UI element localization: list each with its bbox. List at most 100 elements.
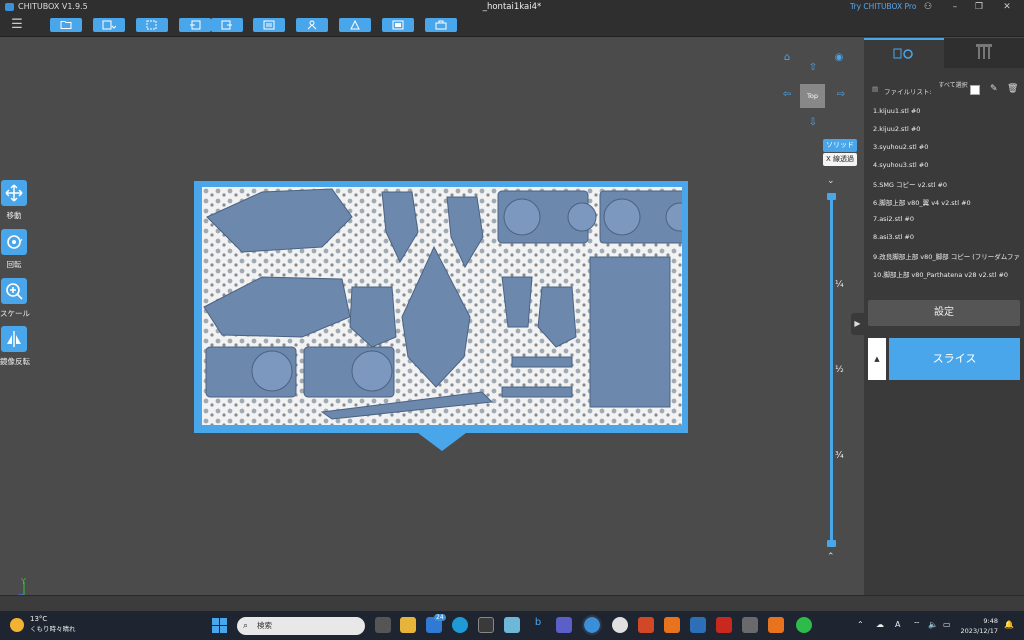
file-list-item[interactable]: 4.syuhou3.stl #0 — [873, 161, 1021, 169]
view-down-arrow-icon[interactable]: ⇩ — [806, 117, 820, 128]
xray-view-toggle[interactable]: X 線透過 — [823, 153, 858, 166]
windows-start-icon[interactable] — [212, 618, 227, 633]
rotate-tool[interactable]: 回転 — [0, 229, 28, 270]
slice-options-toggle[interactable]: ▲ — [868, 338, 886, 380]
acrobat-icon[interactable] — [716, 617, 732, 633]
file-list-item[interactable]: 6.脚部上部 v80_翼 v4 v2.stl #0 — [873, 197, 1021, 207]
slider-up-chevron-icon[interactable]: ⌃ — [827, 552, 835, 562]
teams-icon[interactable] — [556, 617, 572, 633]
panel-collapse-tab[interactable]: ▶ — [851, 313, 864, 335]
hamburger-menu-icon[interactable]: ☰ — [8, 17, 26, 33]
panel-tabs — [864, 38, 1024, 68]
scale-tool-label: スケール — [0, 309, 30, 318]
file-list-item[interactable]: 3.syuhou2.stl #0 — [873, 143, 1021, 151]
slider-down-chevron-icon[interactable]: ⌄ — [827, 176, 835, 186]
slice-button[interactable]: スライス — [889, 338, 1020, 380]
minimize-button[interactable]: – — [942, 0, 968, 14]
file-list-item[interactable]: 1.kijuu1.stl #0 — [873, 107, 1021, 115]
model-leg-upper — [589, 256, 671, 408]
fusion-icon[interactable] — [664, 617, 680, 633]
solid-view-toggle[interactable]: ソリッド — [823, 139, 857, 152]
chrome-icon[interactable] — [612, 617, 628, 633]
mirror-tool[interactable]: 鏡像反転 — [0, 326, 30, 367]
fusion-alt-icon[interactable] — [768, 617, 784, 633]
layer-slider-top-handle[interactable] — [827, 193, 836, 200]
machine-button[interactable] — [425, 18, 457, 32]
file-explorer-icon[interactable] — [400, 617, 416, 633]
undo-button[interactable] — [179, 18, 211, 32]
store-icon[interactable] — [478, 617, 494, 633]
taskbar-search[interactable]: ⌕ 検索 — [237, 617, 365, 635]
weather-temp: 13°C — [30, 615, 48, 623]
save-file-button[interactable] — [93, 18, 125, 32]
layer-slider-bottom-handle[interactable] — [827, 540, 836, 547]
open-file-button[interactable] — [50, 18, 82, 32]
trash-icon[interactable]: 🗑 — [1007, 84, 1018, 94]
line-icon[interactable] — [796, 617, 812, 633]
tab-printer[interactable] — [944, 38, 1024, 68]
file-list-item[interactable]: 2.kijuu2.stl #0 — [873, 125, 1021, 133]
auto-layout-button[interactable] — [253, 18, 285, 32]
tray-overflow-icon[interactable]: ⌃ — [857, 620, 864, 629]
file-list-item[interactable]: 9.改良脚部上部 v80_脚部 コピー (フリーダムファ — [873, 251, 1021, 261]
app-gray-icon[interactable] — [742, 617, 758, 633]
view-mode-button[interactable] — [382, 18, 414, 32]
layout-icon — [263, 20, 275, 30]
models-on-plate[interactable] — [202, 187, 682, 425]
restore-button[interactable]: ❐ — [966, 0, 992, 14]
search-placeholder: 検索 — [257, 621, 272, 630]
select-all-checkbox[interactable] — [970, 85, 980, 95]
title-bar: CHITUBOX V1.9.5 _hontai1kai4* Try CHITUB… — [0, 0, 1024, 14]
build-plate[interactable] — [194, 181, 688, 433]
file-list-item[interactable]: 7.asi2.stl #0 — [873, 215, 1021, 223]
home-view-icon[interactable]: ⌂ — [780, 52, 794, 63]
bing-icon[interactable]: b — [530, 617, 546, 633]
weather-widget[interactable]: 13°C くもり時々晴れ — [10, 615, 76, 633]
layer-slider-track[interactable] — [830, 196, 833, 543]
app-blue-icon[interactable] — [690, 617, 706, 633]
try-pro-link[interactable]: Try CHITUBOX Pro — [850, 0, 916, 14]
wifi-icon[interactable]: ⌔ — [913, 620, 921, 630]
account-icon[interactable]: ⚇ — [915, 0, 941, 14]
ime-indicator[interactable]: A — [895, 620, 900, 629]
mirror-tool-label: 鏡像反転 — [0, 357, 30, 366]
tab-settings[interactable] — [864, 38, 944, 68]
printer-icon — [976, 44, 992, 59]
view-left-arrow-icon[interactable]: ⇦ — [780, 89, 794, 100]
photos-icon[interactable] — [504, 617, 520, 633]
notification-bell-icon[interactable]: 🔔 — [1004, 620, 1014, 629]
file-list-icon: ▤ — [872, 85, 879, 93]
settings-button[interactable]: 設定 — [868, 300, 1020, 326]
tray-cloud-icon[interactable]: ☁ — [876, 620, 884, 629]
redo-icon — [221, 20, 232, 30]
save-dropdown-icon — [102, 20, 116, 30]
file-list-item[interactable]: 10.脚部上部 v80_Parthatena v28 v2.stl #0 — [873, 269, 1021, 279]
view-up-arrow-icon[interactable]: ⇧ — [806, 62, 820, 73]
hollow-button[interactable] — [339, 18, 371, 32]
volume-icon[interactable]: 🔈 — [928, 620, 938, 629]
model-bar-a — [511, 356, 573, 368]
file-list-item[interactable]: 8.asi3.stl #0 — [873, 233, 1021, 241]
select-icon — [146, 20, 157, 30]
scale-icon — [1, 278, 27, 304]
view-cube-top[interactable]: Top — [800, 84, 825, 108]
support-button[interactable] — [296, 18, 328, 32]
edit-icon[interactable]: ✎ — [990, 84, 998, 94]
select-all-button[interactable] — [136, 18, 168, 32]
eye-icon[interactable]: ◉ — [832, 52, 846, 63]
task-view-icon[interactable] — [375, 617, 391, 633]
edge-icon[interactable] — [452, 617, 468, 633]
move-tool[interactable]: 移動 — [0, 180, 28, 221]
chitubox-taskbar-icon[interactable] — [582, 615, 602, 635]
rotate-icon — [1, 229, 27, 255]
battery-icon[interactable]: ▭ — [943, 620, 951, 629]
redo-button[interactable] — [211, 18, 243, 32]
system-clock[interactable]: 9:48 2023/12/17 — [958, 616, 998, 636]
weather-sun-icon — [10, 618, 24, 632]
powerpoint-icon[interactable] — [638, 617, 654, 633]
build-plate-surface — [202, 187, 682, 425]
scale-tool[interactable]: スケール — [0, 278, 30, 319]
file-list-item[interactable]: 5.SMG コピー v2.stl #0 — [873, 179, 1021, 189]
view-right-arrow-icon[interactable]: ⇨ — [834, 89, 848, 100]
close-button[interactable]: ✕ — [994, 0, 1020, 14]
